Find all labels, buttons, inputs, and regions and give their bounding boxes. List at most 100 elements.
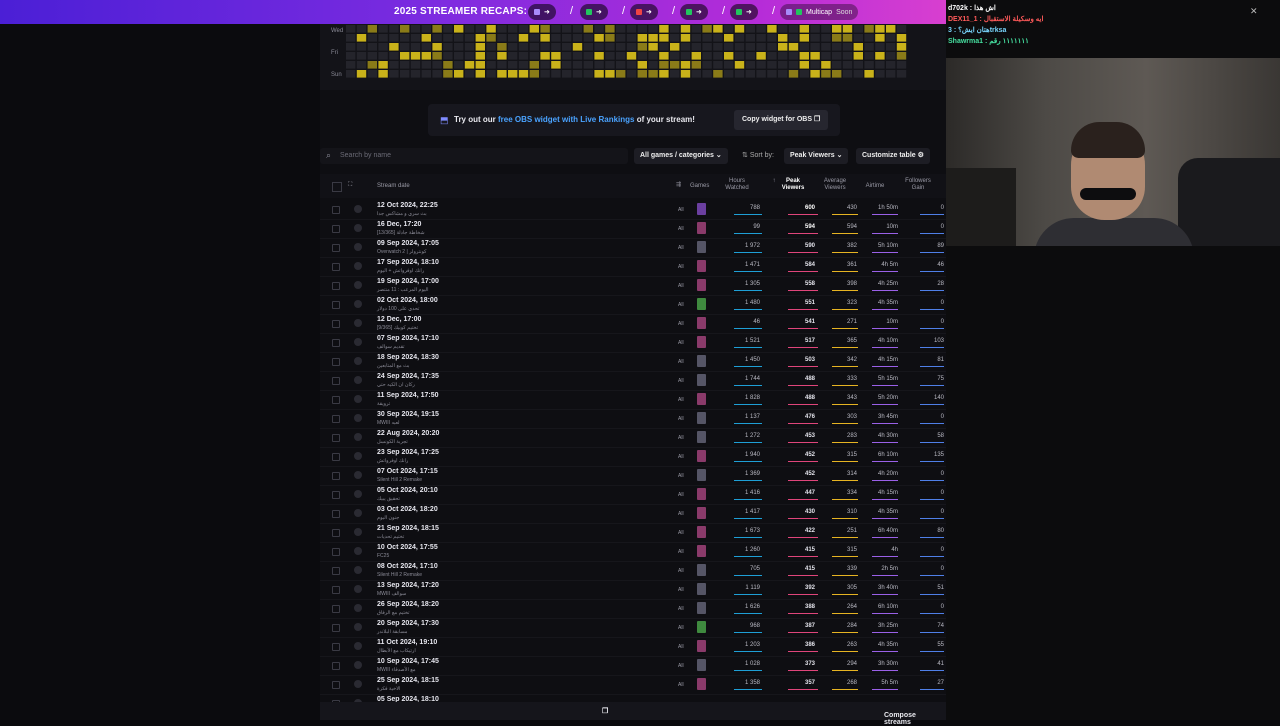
game-thumbnail[interactable] (697, 545, 706, 557)
stream-thumbnail[interactable] (354, 604, 362, 612)
stream-date[interactable]: 07 Sep 2024, 17:10 (377, 335, 439, 342)
row-checkbox[interactable] (332, 225, 340, 233)
table-row[interactable]: 19 Sep 2024, 17:00 اليوم المرعب : 11 منتص… (320, 276, 946, 296)
row-checkbox[interactable] (332, 339, 340, 347)
game-thumbnail[interactable] (697, 355, 706, 367)
row-checkbox[interactable] (332, 282, 340, 290)
stream-thumbnail[interactable] (354, 262, 362, 270)
game-thumbnail[interactable] (697, 488, 706, 500)
table-row[interactable]: 12 Oct 2024, 22:25 بث سري و مشاكس جدا All 7… (320, 200, 946, 220)
stream-thumbnail[interactable] (354, 205, 362, 213)
row-checkbox[interactable] (332, 358, 340, 366)
game-thumbnail[interactable] (697, 393, 706, 405)
col-average-viewers[interactable]: Average Viewers (818, 178, 852, 192)
table-row[interactable]: 20 Sep 2024, 17:30 مسابقة البلاندر All 968 3… (320, 618, 946, 638)
table-row[interactable]: 17 Sep 2024, 18:10 رانك اوفرواتش + اليوم A… (320, 257, 946, 277)
row-checkbox[interactable] (332, 206, 340, 214)
stream-thumbnail[interactable] (354, 680, 362, 688)
stream-date[interactable]: 02 Oct 2024, 18:00 (377, 297, 438, 304)
row-checkbox[interactable] (332, 548, 340, 556)
stream-date[interactable]: 12 Dec, 17:00 (377, 316, 421, 323)
stream-thumbnail[interactable] (354, 566, 362, 574)
category-filter[interactable]: All games / categories ⌄ (634, 148, 728, 164)
customize-table-button[interactable]: Customize table ⚙ (856, 148, 930, 164)
col-followers-gain[interactable]: Followers Gain (902, 178, 934, 192)
table-row[interactable]: 09 Sep 2024, 17:05 Overwatch 2 | كونترولر… (320, 238, 946, 258)
recap-chip-1[interactable]: ➜ (528, 4, 556, 20)
row-checkbox[interactable] (332, 263, 340, 271)
stream-thumbnail[interactable] (354, 547, 362, 555)
game-thumbnail[interactable] (697, 640, 706, 652)
row-checkbox[interactable] (332, 567, 340, 575)
stream-thumbnail[interactable] (354, 300, 362, 308)
row-checkbox[interactable] (332, 301, 340, 309)
stream-thumbnail[interactable] (354, 490, 362, 498)
sort-select[interactable]: Peak Viewers ⌄ (784, 148, 849, 164)
row-checkbox[interactable] (332, 643, 340, 651)
row-checkbox[interactable] (332, 624, 340, 632)
game-thumbnail[interactable] (697, 526, 706, 538)
table-row[interactable]: 24 Sep 2024, 17:35 ركان ان الكيه حتي All 1 … (320, 371, 946, 391)
recap-chip-3[interactable]: ➜ (630, 4, 658, 20)
game-thumbnail[interactable] (697, 564, 706, 576)
row-checkbox[interactable] (332, 396, 340, 404)
game-thumbnail[interactable] (697, 374, 706, 386)
recap-chip-2[interactable]: ➜ (580, 4, 608, 20)
table-row[interactable]: 07 Oct 2024, 17:15 Silent Hill 2 Remake Al… (320, 466, 946, 486)
stream-date[interactable]: 12 Oct 2024, 22:25 (377, 202, 438, 209)
stream-thumbnail[interactable] (354, 338, 362, 346)
stream-thumbnail[interactable] (354, 623, 362, 631)
stream-date[interactable]: 10 Sep 2024, 17:45 (377, 658, 439, 665)
game-thumbnail[interactable] (697, 412, 706, 424)
thumbnail-toggle-icon[interactable]: ⛶ (348, 182, 352, 189)
stream-thumbnail[interactable] (354, 224, 362, 232)
game-thumbnail[interactable] (697, 317, 706, 329)
row-checkbox[interactable] (332, 681, 340, 689)
stream-thumbnail[interactable] (354, 661, 362, 669)
col-stream-date[interactable]: Stream date (377, 183, 410, 190)
stream-date[interactable]: 13 Sep 2024, 17:20 (377, 582, 439, 589)
search-input[interactable]: ⌕ Search by name (320, 148, 628, 164)
stream-date[interactable]: 17 Sep 2024, 18:10 (377, 259, 439, 266)
table-row[interactable]: 05 Oct 2024, 20:10 تحقيق يبيك All 1 416 447 3… (320, 485, 946, 505)
row-checkbox[interactable] (332, 662, 340, 670)
row-checkbox[interactable] (332, 586, 340, 594)
stream-date[interactable]: 09 Sep 2024, 17:05 (377, 240, 439, 247)
stream-date[interactable]: 23 Sep 2024, 17:25 (377, 449, 439, 456)
col-hours-watched[interactable]: Hours Watched (720, 178, 754, 192)
col-airtime[interactable]: Airtime (860, 183, 890, 190)
stream-date[interactable]: 19 Sep 2024, 17:00 (377, 278, 439, 285)
stream-thumbnail[interactable] (354, 357, 362, 365)
game-thumbnail[interactable] (697, 621, 706, 633)
stream-date[interactable]: 20 Sep 2024, 17:30 (377, 620, 439, 627)
row-checkbox[interactable] (332, 491, 340, 499)
game-thumbnail[interactable] (697, 507, 706, 519)
game-thumbnail[interactable] (697, 241, 706, 253)
row-checkbox[interactable] (332, 415, 340, 423)
stream-date[interactable]: 11 Oct 2024, 19:10 (377, 639, 437, 646)
row-checkbox[interactable] (332, 529, 340, 537)
game-thumbnail[interactable] (697, 431, 706, 443)
game-thumbnail[interactable] (697, 336, 706, 348)
stream-date[interactable]: 07 Oct 2024, 17:15 (377, 468, 438, 475)
row-checkbox[interactable] (332, 453, 340, 461)
table-row[interactable]: 30 Sep 2024, 19:15 MWIII لعبه All 1 137 476 3… (320, 409, 946, 429)
game-thumbnail[interactable] (697, 279, 706, 291)
stream-date[interactable]: 10 Oct 2024, 17:55 (377, 544, 438, 551)
stream-thumbnail[interactable] (354, 642, 362, 650)
row-checkbox[interactable] (332, 510, 340, 518)
table-row[interactable]: 18 Sep 2024, 18:30 بث مع المتابعين All 1 45… (320, 352, 946, 372)
compose-streams-button[interactable]: Compose streams ❐ (320, 702, 946, 726)
stream-date[interactable]: 30 Sep 2024, 19:15 (377, 411, 439, 418)
table-row[interactable]: 07 Sep 2024, 17:10 تقديم سوالف All 1 521 517… (320, 333, 946, 353)
table-row[interactable]: 10 Sep 2024, 17:45 MWIII مع الأصدقاء All 1 … (320, 656, 946, 676)
game-thumbnail[interactable] (697, 298, 706, 310)
game-thumbnail[interactable] (697, 222, 706, 234)
group-icon[interactable]: ⇶ (676, 182, 681, 189)
stream-thumbnail[interactable] (354, 433, 362, 441)
game-thumbnail[interactable] (697, 659, 706, 671)
stream-thumbnail[interactable] (354, 319, 362, 327)
table-row[interactable]: 11 Sep 2024, 17:50 ترويقة All 1 828 488 343 5h… (320, 390, 946, 410)
game-thumbnail[interactable] (697, 678, 706, 690)
table-row[interactable]: 26 Sep 2024, 18:20 تختيم مع الرفاق All 1 62… (320, 599, 946, 619)
